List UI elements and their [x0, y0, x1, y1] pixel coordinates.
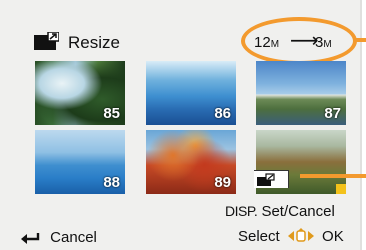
thumbnail-number: 88: [103, 174, 120, 191]
return-arrow-icon: [21, 233, 40, 244]
ok-label: OK: [322, 228, 344, 245]
disp-hint: DISP. Set/Cancel: [225, 203, 335, 220]
thumbnail-87[interactable]: 87: [256, 61, 346, 125]
thumbnail-number: 86: [214, 105, 231, 122]
thumbnail-89[interactable]: 89: [146, 130, 236, 194]
resize-mark-icon: [254, 170, 289, 188]
select-ok-hint: Select OK: [238, 228, 344, 245]
callout-line: [300, 174, 366, 178]
cancel-button[interactable]: Cancel: [20, 229, 97, 246]
page-title: Resize: [68, 33, 120, 52]
thumbnail-number: 85: [103, 105, 120, 122]
thumbnail-86[interactable]: 86: [146, 61, 236, 125]
disp-button-label: DISP.: [225, 203, 258, 219]
callout-highlight: [241, 17, 357, 65]
set-cancel-label: Set/Cancel: [261, 203, 335, 220]
camera-screen: Resize 12M ⟶ 3M 85 86 87 88 89 DISP. Set…: [0, 0, 366, 250]
thumbnail-88[interactable]: 88: [35, 130, 125, 194]
selection-badge: [336, 184, 346, 194]
select-label: Select: [238, 228, 280, 245]
resize-icon: [34, 32, 59, 50]
callout-line: [354, 38, 366, 42]
thumbnail-85[interactable]: 85: [35, 61, 125, 125]
cursor-buttons-icon: [287, 228, 314, 242]
cancel-label: Cancel: [50, 229, 97, 246]
thumbnail-number: 87: [324, 105, 341, 122]
thumbnail-number: 89: [214, 174, 231, 191]
